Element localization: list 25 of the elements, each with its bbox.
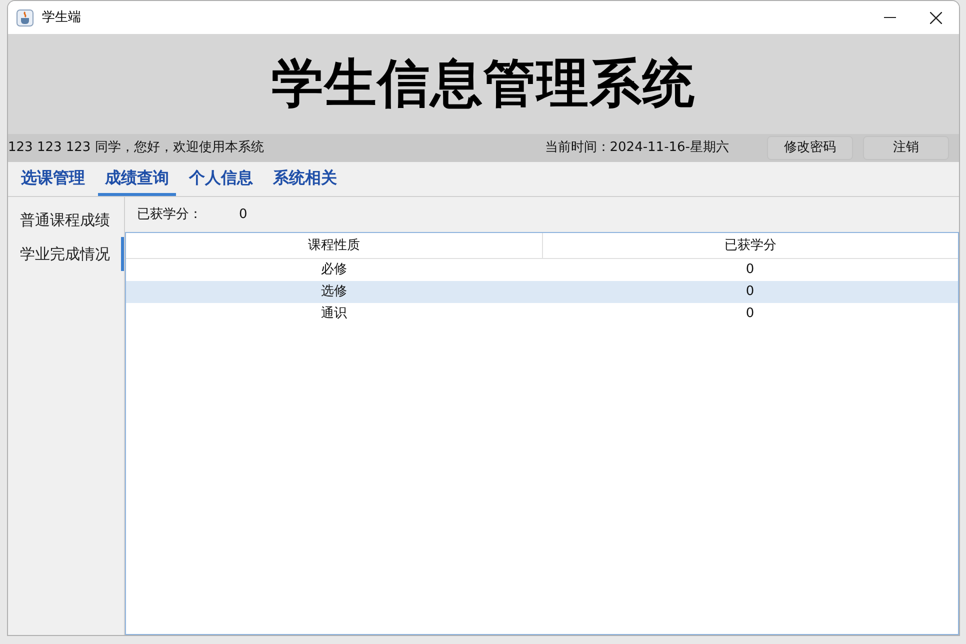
banner-title: 学生信息管理系统 — [272, 53, 696, 116]
table-cell-text: 0 — [744, 305, 756, 324]
table-cell-text: 0 — [744, 261, 756, 280]
java-cup-icon — [16, 8, 34, 26]
table-row[interactable]: 选修 0 — [126, 281, 958, 303]
logout-button[interactable]: 注销 — [863, 136, 949, 160]
tab[interactable]: 选课管理 — [14, 163, 92, 196]
minimize-icon[interactable] — [884, 16, 896, 18]
window-title: 学生端 — [42, 8, 81, 27]
current-time: 当前时间：2024-11-16-星期六 — [544, 139, 729, 158]
close-icon[interactable] — [930, 12, 942, 24]
greeting-text: 123 123 123 同学，您好，欢迎使用本系统 — [8, 139, 264, 158]
sidebar-item[interactable]: 普通课程成绩 — [8, 203, 124, 237]
change-password-button[interactable]: 修改密码 — [767, 136, 853, 160]
column-header[interactable]: 已获学分 — [542, 233, 958, 258]
table-cell-text: 必修 — [320, 261, 348, 280]
credits-value: 0 — [239, 206, 248, 224]
tab[interactable]: 个人信息 — [182, 163, 260, 196]
tab[interactable]: 成绩查询 — [98, 163, 176, 196]
tab[interactable]: 系统相关 — [266, 163, 344, 196]
table-cell-text: 通识 — [320, 305, 348, 324]
table-cell-text: 选修 — [320, 283, 348, 302]
column-header[interactable]: 课程性质 — [126, 233, 542, 258]
table-cell-text: 0 — [744, 283, 756, 302]
credits-label: 已获学分： — [137, 206, 203, 224]
